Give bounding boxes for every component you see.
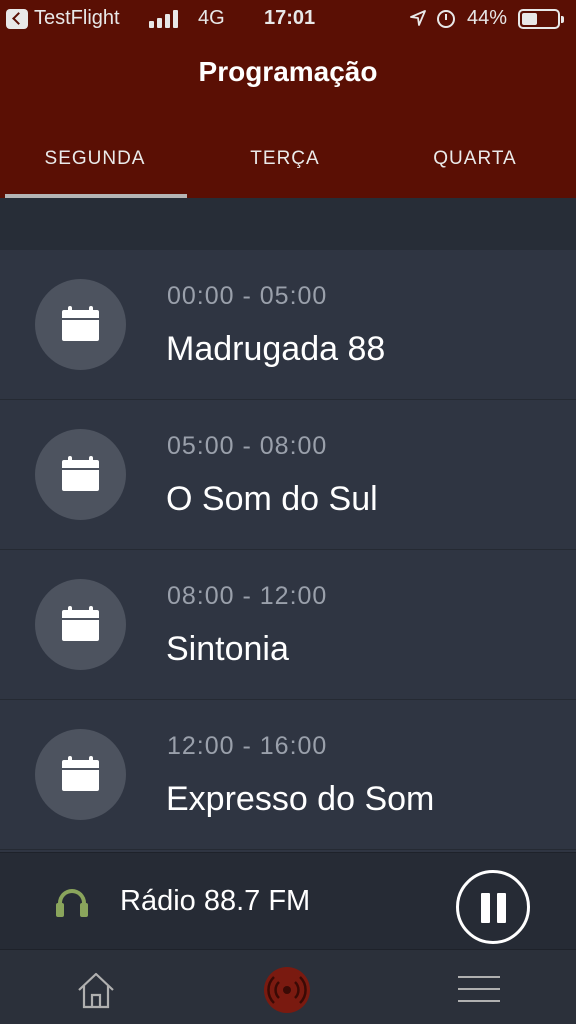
network-type: 4G [198, 7, 225, 29]
tab-terca[interactable]: TERÇA [190, 130, 380, 198]
location-icon [410, 10, 426, 26]
pause-icon [481, 893, 490, 923]
radio-live-icon[interactable] [264, 967, 310, 1013]
calendar-icon [35, 429, 126, 520]
battery-percent: 44% [467, 7, 508, 29]
list-item[interactable]: 00:00 - 05:00 Madrugada 88 [0, 250, 576, 400]
list-item[interactable]: 05:00 - 08:00 O Som do Sul [0, 400, 576, 550]
program-time: 05:00 - 08:00 [167, 432, 328, 460]
menu-icon[interactable] [458, 974, 500, 1004]
pause-button[interactable] [456, 870, 530, 944]
program-time: 00:00 - 05:00 [167, 282, 328, 310]
battery-icon [518, 9, 564, 29]
status-bar: TestFlight 4G 17:01 44% [0, 0, 576, 38]
app-header: TestFlight 4G 17:01 44% Programação SEGU… [0, 0, 576, 198]
program-name: Sintonia [166, 630, 289, 668]
program-time: 12:00 - 16:00 [167, 732, 328, 760]
program-time: 08:00 - 12:00 [167, 582, 328, 610]
signal-icon [149, 10, 181, 28]
list-header-spacer [0, 198, 576, 250]
tab-segunda[interactable]: SEGUNDA [0, 130, 190, 198]
schedule-list: 00:00 - 05:00 Madrugada 88 05:00 - 08:00… [0, 250, 576, 850]
calendar-icon [35, 729, 126, 820]
calendar-icon [35, 279, 126, 370]
station-name: Rádio 88.7 FM [120, 885, 311, 917]
page-title: Programação [198, 56, 378, 87]
program-name: Expresso do Som [166, 780, 435, 818]
headphones-icon [56, 889, 88, 917]
tab-quarta[interactable]: QUARTA [380, 130, 570, 198]
program-name: O Som do Sul [166, 480, 378, 518]
mini-player[interactable]: Rádio 88.7 FM [0, 852, 576, 949]
back-to-app-icon[interactable] [6, 9, 28, 29]
day-tabs: SEGUNDA TERÇA QUARTA [0, 130, 576, 198]
list-item[interactable]: 12:00 - 16:00 Expresso do Som [0, 700, 576, 850]
status-time: 17:01 [264, 7, 316, 29]
calendar-icon [35, 579, 126, 670]
bottom-nav [0, 949, 576, 1024]
list-item[interactable]: 08:00 - 12:00 Sintonia [0, 550, 576, 700]
alarm-icon [437, 10, 455, 28]
home-icon[interactable] [76, 970, 116, 1010]
status-app-name[interactable]: TestFlight [34, 7, 120, 30]
program-name: Madrugada 88 [166, 330, 386, 368]
